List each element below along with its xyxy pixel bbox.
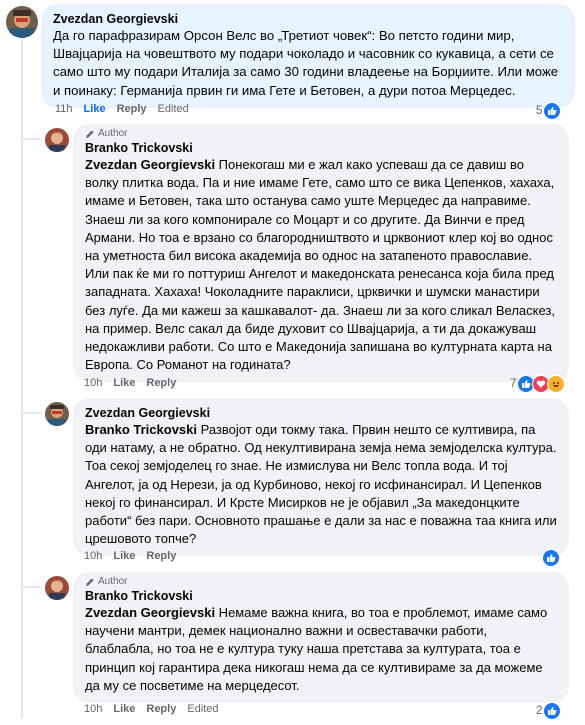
reply-button[interactable]: Reply [146, 703, 176, 715]
author-badge-label: Author [98, 576, 128, 587]
thread-line [21, 38, 23, 718]
reply-button[interactable]: Reply [146, 550, 176, 562]
comment-author[interactable]: Zvezdan Georgievski [53, 11, 563, 27]
reaction-count: 2 [536, 705, 543, 717]
avatar[interactable] [45, 576, 69, 600]
comment-actions: 11h Like Reply Edited [55, 103, 189, 115]
comment-actions: 10h Like Reply [84, 377, 176, 389]
comment-bubble: Author Branko Trickovski Zvezdan Georgie… [73, 572, 569, 704]
like-reaction-icon [543, 102, 562, 120]
comment-text: Zvezdan Georgievski Понекогаш ми е жал к… [85, 156, 557, 374]
author-badge: Author [85, 576, 557, 587]
avatar[interactable] [6, 6, 38, 38]
comment-actions: 10h Like Reply Edited [84, 703, 219, 715]
mention-link[interactable]: Zvezdan Georgievski [85, 157, 215, 172]
like-reaction-icon [543, 702, 562, 720]
comment: Author Branko Trickovski Zvezdan Georgie… [73, 572, 569, 704]
avatar[interactable] [45, 402, 69, 426]
mention-link[interactable]: Zvezdan Georgievski [85, 605, 215, 620]
comment-actions: 10h Like Reply [84, 550, 176, 562]
timestamp[interactable]: 10h [84, 377, 102, 389]
edited-label: Edited [187, 703, 219, 715]
reply-button[interactable]: Reply [146, 377, 176, 389]
author-badge-label: Author [98, 128, 128, 139]
like-button[interactable]: Like [113, 550, 135, 562]
comment-body: Понекогаш ми е жал како успеваш да се да… [85, 157, 555, 373]
comment: Author Branko Trickovski Zvezdan Georgie… [73, 124, 569, 383]
reply-button[interactable]: Reply [117, 103, 147, 115]
comment: Zvezdan Georgievski Branko Trickovski Ра… [73, 398, 569, 557]
comment-author[interactable]: Zvezdan Georgievski [85, 405, 557, 421]
thread-line [21, 412, 41, 414]
reaction-summary[interactable]: 7 [510, 375, 566, 393]
avatar[interactable] [45, 128, 69, 152]
pencil-icon [86, 577, 94, 586]
comment: Zvezdan Georgievski Да го парафразирам О… [41, 4, 575, 108]
reaction-count: 5 [536, 105, 543, 117]
edited-label: Edited [157, 103, 189, 115]
comment-bubble: Author Branko Trickovski Zvezdan Georgie… [73, 124, 569, 383]
haha-reaction-icon [547, 375, 566, 393]
comment-bubble: Zvezdan Georgievski Да го парафразирам О… [41, 4, 575, 108]
reaction-summary[interactable] [542, 549, 560, 567]
comment-text: Branko Trickovski Развојот оди токму так… [85, 421, 557, 548]
comment-author[interactable]: Branko Trickovski [85, 588, 557, 604]
comment-author[interactable]: Branko Trickovski [85, 140, 557, 156]
reaction-summary[interactable]: 2 [536, 702, 562, 720]
like-button[interactable]: Like [113, 703, 135, 715]
comment-body: Развојот оди токму така. Првин нешто се … [85, 422, 557, 547]
reaction-count: 7 [510, 378, 517, 390]
thread-line [21, 586, 41, 588]
like-button[interactable]: Like [113, 377, 135, 389]
comment-text: Zvezdan Georgievski Немаме важна книга, … [85, 604, 557, 695]
comment-bubble: Zvezdan Georgievski Branko Trickovski Ра… [73, 398, 569, 557]
reaction-summary[interactable]: 5 [536, 102, 562, 120]
like-reaction-icon [542, 549, 560, 567]
timestamp[interactable]: 10h [84, 703, 102, 715]
author-badge: Author [85, 128, 557, 139]
thread-line [21, 138, 41, 140]
pencil-icon [86, 129, 94, 138]
mention-link[interactable]: Branko Trickovski [85, 422, 197, 437]
timestamp[interactable]: 11h [55, 103, 73, 115]
timestamp[interactable]: 10h [84, 550, 102, 562]
like-button[interactable]: Like [84, 103, 106, 115]
comment-text: Да го парафразирам Орсон Велс во „Третио… [53, 28, 559, 98]
